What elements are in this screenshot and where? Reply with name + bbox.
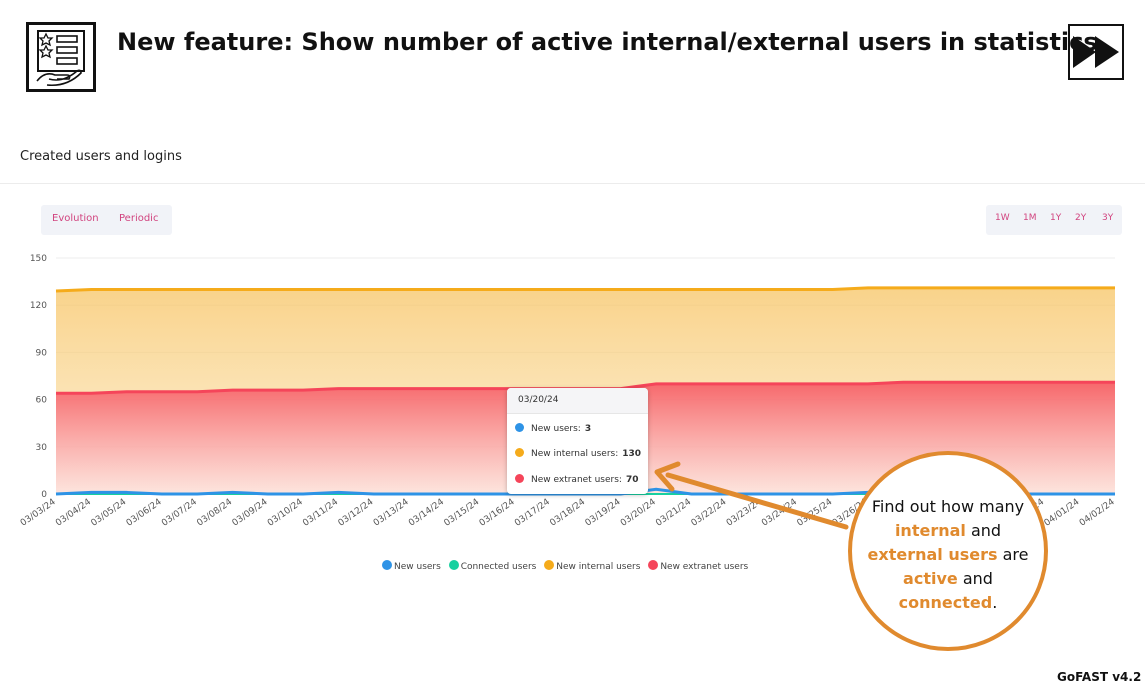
legend-label: New extranet users [660,562,749,572]
tooltip-dot [515,474,524,483]
legend-dot [382,560,392,570]
legend-item-new-users[interactable]: New users [382,560,441,572]
x-tick-label: 03/05/24 [89,497,128,529]
y-tick-label: 90 [36,348,48,358]
x-tick-label: 04/01/24 [1043,497,1082,529]
tooltip-row-internal-users: New internal users: 130 [515,448,641,459]
callout-text-are: are [997,545,1029,564]
callout-text: Find out how many internal and external … [852,495,1044,615]
tooltip-value: 70 [625,475,639,485]
x-tick-label: 03/13/24 [372,497,411,529]
x-tick-label: 03/23/24 [725,497,764,529]
legend-item-connected-users[interactable]: Connected users [448,560,537,572]
chart-tooltip: 03/20/24 New users: 3 New internal users:… [507,388,648,494]
y-tick-label: 0 [41,490,47,500]
legend-item-new-extranet-users[interactable]: New extranet users [648,560,748,572]
callout-bubble: Find out how many internal and external … [848,451,1048,651]
callout-highlight-active: active [903,569,958,588]
x-tick-label: 03/25/24 [795,497,834,529]
legend-dot [448,560,459,570]
chart-legend: New users Connected users New internal u… [382,560,753,574]
x-tick-label: 03/14/24 [407,497,446,529]
tooltip-value: 3 [584,424,592,434]
x-tick-label: 03/21/24 [654,497,693,529]
x-tick-label: 03/12/24 [337,497,376,529]
tooltip-row-new-users: New users: 3 [515,423,591,434]
y-tick-label: 60 [36,396,48,406]
callout-highlight-connected: connected [898,593,993,612]
x-tick-label: 03/16/24 [478,497,517,529]
tooltip-value: 130 [622,449,642,459]
x-tick-label: 03/17/24 [513,497,552,529]
callout-highlight-internal: internal [894,521,966,540]
x-tick-label: 03/04/24 [54,497,93,529]
version-footer: GoFAST v4.2 [1057,670,1142,684]
tooltip-label: New extranet users: [531,475,622,485]
tooltip-dot [515,423,524,432]
tooltip-dot [515,448,524,457]
y-tick-label: 120 [30,301,47,311]
x-tick-label: 03/22/24 [690,497,729,529]
x-tick-label: 03/15/24 [442,497,481,529]
x-tick-label: 03/06/24 [125,497,164,529]
x-tick-label: 03/18/24 [548,497,587,529]
y-tick-label: 30 [36,443,48,453]
callout-text-and: and [957,569,993,588]
tooltip-date: 03/20/24 [507,388,648,414]
callout-line: Find out how many [871,497,1025,516]
x-tick-label: 04/02/24 [1078,497,1117,529]
legend-dot [648,560,659,570]
x-tick-label: 03/11/24 [301,497,340,529]
tooltip-row-extranet-users: New extranet users: 70 [515,474,638,485]
tooltip-label: New users: [531,424,581,434]
x-tick-label: 03/24/24 [760,497,799,529]
legend-dot [544,560,555,570]
x-tick-label: 03/03/24 [19,497,58,529]
legend-item-new-internal-users[interactable]: New internal users [544,560,640,572]
legend-label: New internal users [556,562,641,572]
callout-highlight-external: external users [867,545,998,564]
x-tick-label: 03/07/24 [160,497,199,529]
x-tick-label: 03/08/24 [195,497,234,529]
x-tick-label: 03/10/24 [266,497,305,529]
tooltip-label: New internal users: [531,449,619,459]
legend-label: New users [394,562,441,572]
callout-text-period: . [992,593,998,612]
y-tick-label: 150 [30,254,47,264]
x-tick-label: 03/20/24 [619,497,658,529]
x-tick-label: 03/19/24 [584,497,623,529]
callout-text-and: and [965,521,1002,540]
x-tick-label: 03/09/24 [231,497,270,529]
legend-label: Connected users [460,562,537,572]
